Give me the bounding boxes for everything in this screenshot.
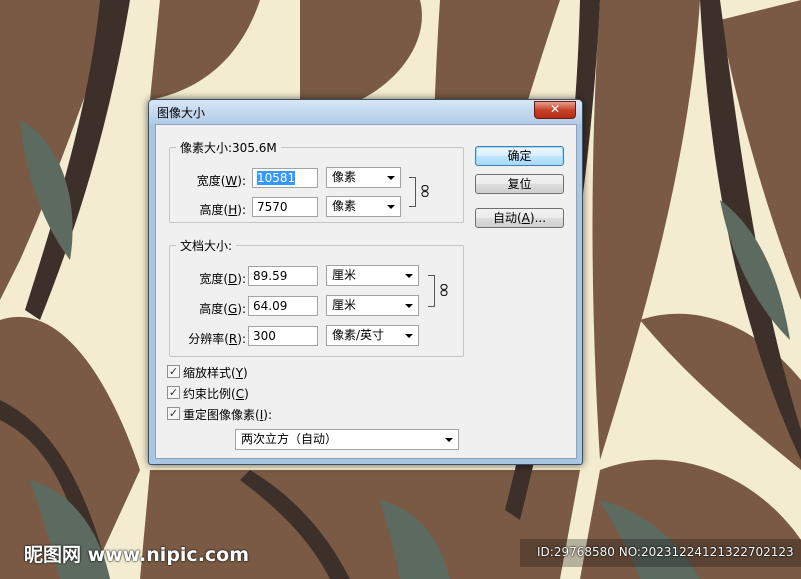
watermark-id: ID:29768580 NO:20231224121322702123 (537, 545, 794, 559)
doc-height-unit-select[interactable]: 厘米 (326, 295, 419, 316)
dialog-titlebar[interactable]: 图像大小 ✕ (149, 100, 582, 124)
checkmark-icon: ✓ (168, 407, 179, 420)
chevron-down-icon (445, 438, 453, 442)
resolution-label: 分辨率(R): (188, 332, 246, 346)
close-icon: ✕ (549, 102, 561, 116)
pixel-height-value: 7570 (257, 200, 288, 214)
chevron-down-icon (405, 304, 413, 308)
pixel-dimensions-legend: 像素大小:305.6M (180, 141, 277, 155)
chain-link-icon (440, 284, 448, 296)
constrain-proportions-label[interactable]: 约束比例(C) (183, 385, 249, 402)
scale-styles-label[interactable]: 缩放样式(Y) (183, 364, 248, 381)
pixel-height-label: 高度(H): (199, 203, 246, 217)
checkmark-icon: ✓ (168, 365, 179, 378)
close-button[interactable]: ✕ (534, 101, 576, 119)
doc-height-unit: 厘米 (332, 298, 357, 312)
doc-width-label: 宽度(D): (199, 272, 246, 286)
auto-button[interactable]: 自动(A)... (475, 208, 564, 228)
resample-method-value: 两次立方（自动） (241, 432, 338, 446)
image-size-dialog: 图像大小 ✕ 像素大小:305.6M 宽度(W): 10581 像素 高度(H)… (148, 99, 583, 465)
reset-button[interactable]: 复位 (475, 174, 564, 194)
resolution-value: 300 (253, 329, 276, 343)
doc-width-unit-select[interactable]: 厘米 (326, 265, 419, 286)
pixel-height-unit-select[interactable]: 像素 (326, 196, 401, 217)
pixel-width-input[interactable]: 10581 (252, 168, 318, 188)
resample-method-select[interactable]: 两次立方（自动） (235, 429, 459, 450)
doc-width-value: 89.59 (253, 269, 288, 283)
pixel-width-unit-select[interactable]: 像素 (326, 167, 401, 188)
pixel-constrain-bracket (409, 177, 416, 207)
scale-styles-checkbox[interactable]: ✓ (167, 365, 180, 378)
ok-button[interactable]: 确定 (475, 146, 564, 166)
chevron-down-icon (405, 274, 413, 278)
doc-constrain-bracket (428, 275, 435, 307)
document-size-legend: 文档大小: (180, 239, 233, 253)
dialog-title: 图像大小 (157, 106, 206, 120)
doc-height-label: 高度(G): (199, 302, 246, 316)
pixel-height-input[interactable]: 7570 (252, 197, 318, 217)
doc-height-input[interactable]: 64.09 (248, 296, 318, 316)
pixel-width-unit: 像素 (332, 170, 357, 184)
resolution-input[interactable]: 300 (248, 326, 318, 346)
chevron-down-icon (387, 176, 395, 180)
resolution-unit-select[interactable]: 像素/英寸 (326, 325, 419, 346)
chain-link-icon (421, 185, 429, 197)
doc-height-value: 64.09 (253, 299, 288, 313)
resolution-unit: 像素/英寸 (332, 328, 385, 342)
chevron-down-icon (405, 334, 413, 338)
constrain-proportions-checkbox[interactable]: ✓ (167, 386, 180, 399)
pixel-width-value: 10581 (257, 171, 296, 185)
chevron-down-icon (387, 205, 395, 209)
pixel-height-unit: 像素 (332, 199, 357, 213)
resample-image-label[interactable]: 重定图像像素(I): (183, 406, 272, 423)
doc-width-unit: 厘米 (332, 268, 357, 282)
watermark-logo: 昵图网 www.nipic.com (24, 544, 250, 566)
resample-image-checkbox[interactable]: ✓ (167, 407, 180, 420)
dialog-body: 像素大小:305.6M 宽度(W): 10581 像素 高度(H): 7570 … (155, 124, 577, 459)
checkmark-icon: ✓ (168, 386, 179, 399)
pixel-width-label: 宽度(W): (196, 174, 246, 188)
doc-width-input[interactable]: 89.59 (248, 266, 318, 286)
